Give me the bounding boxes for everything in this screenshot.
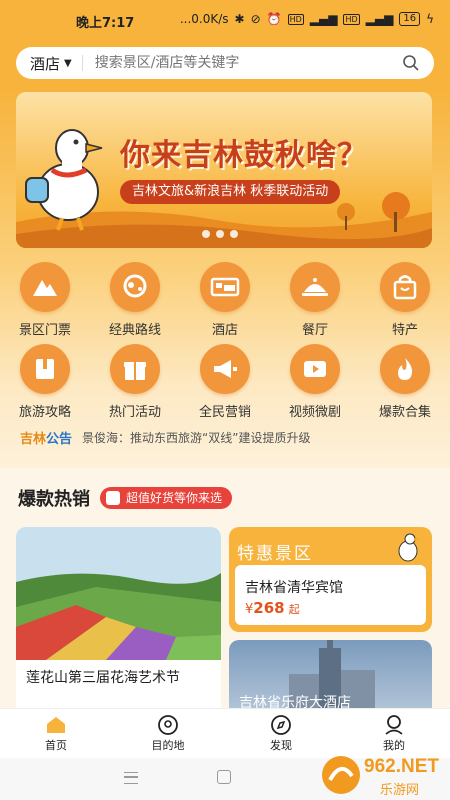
mute-icon: ⊘	[250, 12, 261, 26]
menu-item-routes[interactable]: 经典路线	[90, 262, 180, 338]
menu-label: 热门活动	[108, 405, 161, 420]
menu-label: 经典路线	[108, 323, 161, 338]
carousel-dot[interactable]	[216, 230, 224, 238]
bluetooth-icon: ✱	[234, 12, 245, 26]
video-icon	[290, 344, 340, 394]
banner-headline: 你来吉林鼓秋啥？	[120, 138, 368, 173]
special-offer-item[interactable]: 吉林省清华宾馆 ¥268 起	[235, 565, 426, 625]
category-select[interactable]: 酒店	[30, 53, 60, 74]
menu-label: 特产	[391, 323, 418, 338]
watermark-logo-icon	[322, 756, 360, 794]
home-icon	[16, 713, 96, 737]
menu-item-tickets[interactable]: 景区门票	[0, 262, 90, 338]
promo-tag-text: 超值好货等你来选	[126, 491, 223, 505]
divider	[81, 55, 83, 71]
special-offer-title: 特惠景区	[237, 544, 313, 564]
mountain-icon	[20, 262, 70, 312]
watermark-sub: 乐游网	[380, 783, 420, 798]
hotel-card[interactable]: 吉林省乐府大酒店	[229, 640, 432, 717]
price-suffix: 起	[288, 603, 300, 616]
flower-field-photo	[16, 527, 221, 660]
tab-destination[interactable]: 目的地	[128, 713, 208, 753]
price-value: 268	[253, 599, 285, 617]
section-title: 爆款热销	[18, 489, 90, 510]
watermark-brand: 962.NET	[364, 756, 439, 777]
goose-mascot-icon	[25, 129, 103, 231]
home-button-icon[interactable]	[217, 770, 231, 784]
menu-item-marketing[interactable]: 全民营销	[180, 344, 270, 420]
menu-label: 旅游攻略	[18, 405, 71, 420]
signal-icon-2: ▂▄▆	[365, 12, 394, 26]
header: 酒店 ▼	[0, 40, 450, 88]
menu-label: 全民营销	[198, 405, 251, 420]
search-input[interactable]	[92, 54, 377, 72]
compass-icon	[241, 713, 321, 737]
tab-discover[interactable]: 发现	[241, 713, 321, 753]
dish-icon	[290, 262, 340, 312]
special-offer-card[interactable]: 特惠景区 吉林省清华宾馆 ¥268 起	[229, 527, 432, 632]
site-watermark: 962.NET 乐游网	[318, 752, 450, 800]
charging-icon: ϟ	[426, 12, 434, 26]
tab-home[interactable]: 首页	[16, 713, 96, 753]
menu-label: 爆款合集	[378, 405, 431, 420]
book-icon	[20, 344, 70, 394]
menu-label: 酒店	[211, 323, 238, 338]
menu-item-guides[interactable]: 旅游攻略	[0, 344, 90, 420]
carousel-dot[interactable]	[202, 230, 210, 238]
carousel-dot[interactable]	[230, 230, 238, 238]
menu-item-restaurant[interactable]: 餐厅	[270, 262, 360, 338]
hotel-name: 吉林省清华宾馆	[245, 580, 343, 596]
promo-banner[interactable]: 你来吉林鼓秋啥？ 吉林文旅&新浪吉林 秋季联动活动	[16, 92, 432, 248]
notice-brand: 吉林	[20, 431, 47, 447]
notice-bar[interactable]: 吉林 公告 景俊海：推动东西旅游“双线”建设提质升级	[20, 426, 436, 448]
product-card-flower-festival[interactable]: 莲花山第三届花海艺术节	[16, 527, 221, 717]
signal-icon: ▂▄▆	[309, 12, 338, 26]
menu-label: 景区门票	[18, 323, 71, 338]
shopping-bag-icon	[380, 262, 430, 312]
mascot-icon	[398, 533, 420, 562]
user-icon	[354, 713, 434, 737]
menu-item-events[interactable]: 热门活动	[90, 344, 180, 420]
flame-icon	[380, 344, 430, 394]
route-icon	[110, 262, 160, 312]
menu-item-specialty[interactable]: 特产	[360, 262, 450, 338]
status-bar: 晚上7:17 ...0.0K/s ✱ ⊘ ⏰ HD ▂▄▆ HD ▂▄▆ 16 …	[0, 0, 450, 40]
hd-badge-2: HD	[343, 13, 360, 25]
battery-icon: 16	[399, 12, 421, 26]
network-speed: ...0.0K/s	[179, 12, 229, 26]
status-icons: ...0.0K/s ✱ ⊘ ⏰ HD ▂▄▆ HD ▂▄▆ 16 ϟ	[180, 12, 434, 26]
tab-label: 目的地	[151, 739, 185, 752]
hd-badge: HD	[287, 13, 304, 25]
tab-label: 我的	[383, 739, 405, 752]
tab-label: 首页	[45, 739, 67, 752]
search-bar[interactable]: 酒店 ▼	[16, 47, 434, 79]
menu-label: 视频微剧	[288, 405, 341, 420]
search-icon[interactable]	[402, 54, 420, 72]
gift-box-icon	[106, 491, 120, 505]
menu-icon[interactable]	[124, 772, 138, 784]
bed-icon	[200, 262, 250, 312]
card-caption: 莲花山第三届花海艺术节	[26, 670, 180, 686]
clock: 晚上7:17	[76, 16, 135, 31]
notice-label: 公告	[46, 431, 73, 447]
tab-me[interactable]: 我的	[354, 713, 434, 753]
promo-tag[interactable]: 超值好货等你来选	[100, 487, 233, 509]
gift-icon	[110, 344, 160, 394]
location-icon	[128, 713, 208, 737]
hot-section-header: 爆款热销 超值好货等你来选	[18, 485, 233, 511]
alarm-icon: ⏰	[266, 12, 282, 26]
banner-subtitle: 吉林文旅&新浪吉林 秋季联动活动	[120, 180, 341, 204]
price: ¥268 起	[245, 599, 300, 617]
menu-label: 餐厅	[301, 323, 328, 338]
menu-item-videos[interactable]: 视频微剧	[270, 344, 360, 420]
megaphone-icon	[200, 344, 250, 394]
notice-text[interactable]: 景俊海：推动东西旅游“双线”建设提质升级	[82, 429, 310, 446]
tab-label: 发现	[270, 739, 292, 752]
menu-item-collections[interactable]: 爆款合集	[360, 344, 450, 420]
carousel-indicator	[202, 230, 238, 238]
menu-item-hotel[interactable]: 酒店	[180, 262, 270, 338]
chevron-down-icon[interactable]: ▼	[64, 58, 72, 69]
